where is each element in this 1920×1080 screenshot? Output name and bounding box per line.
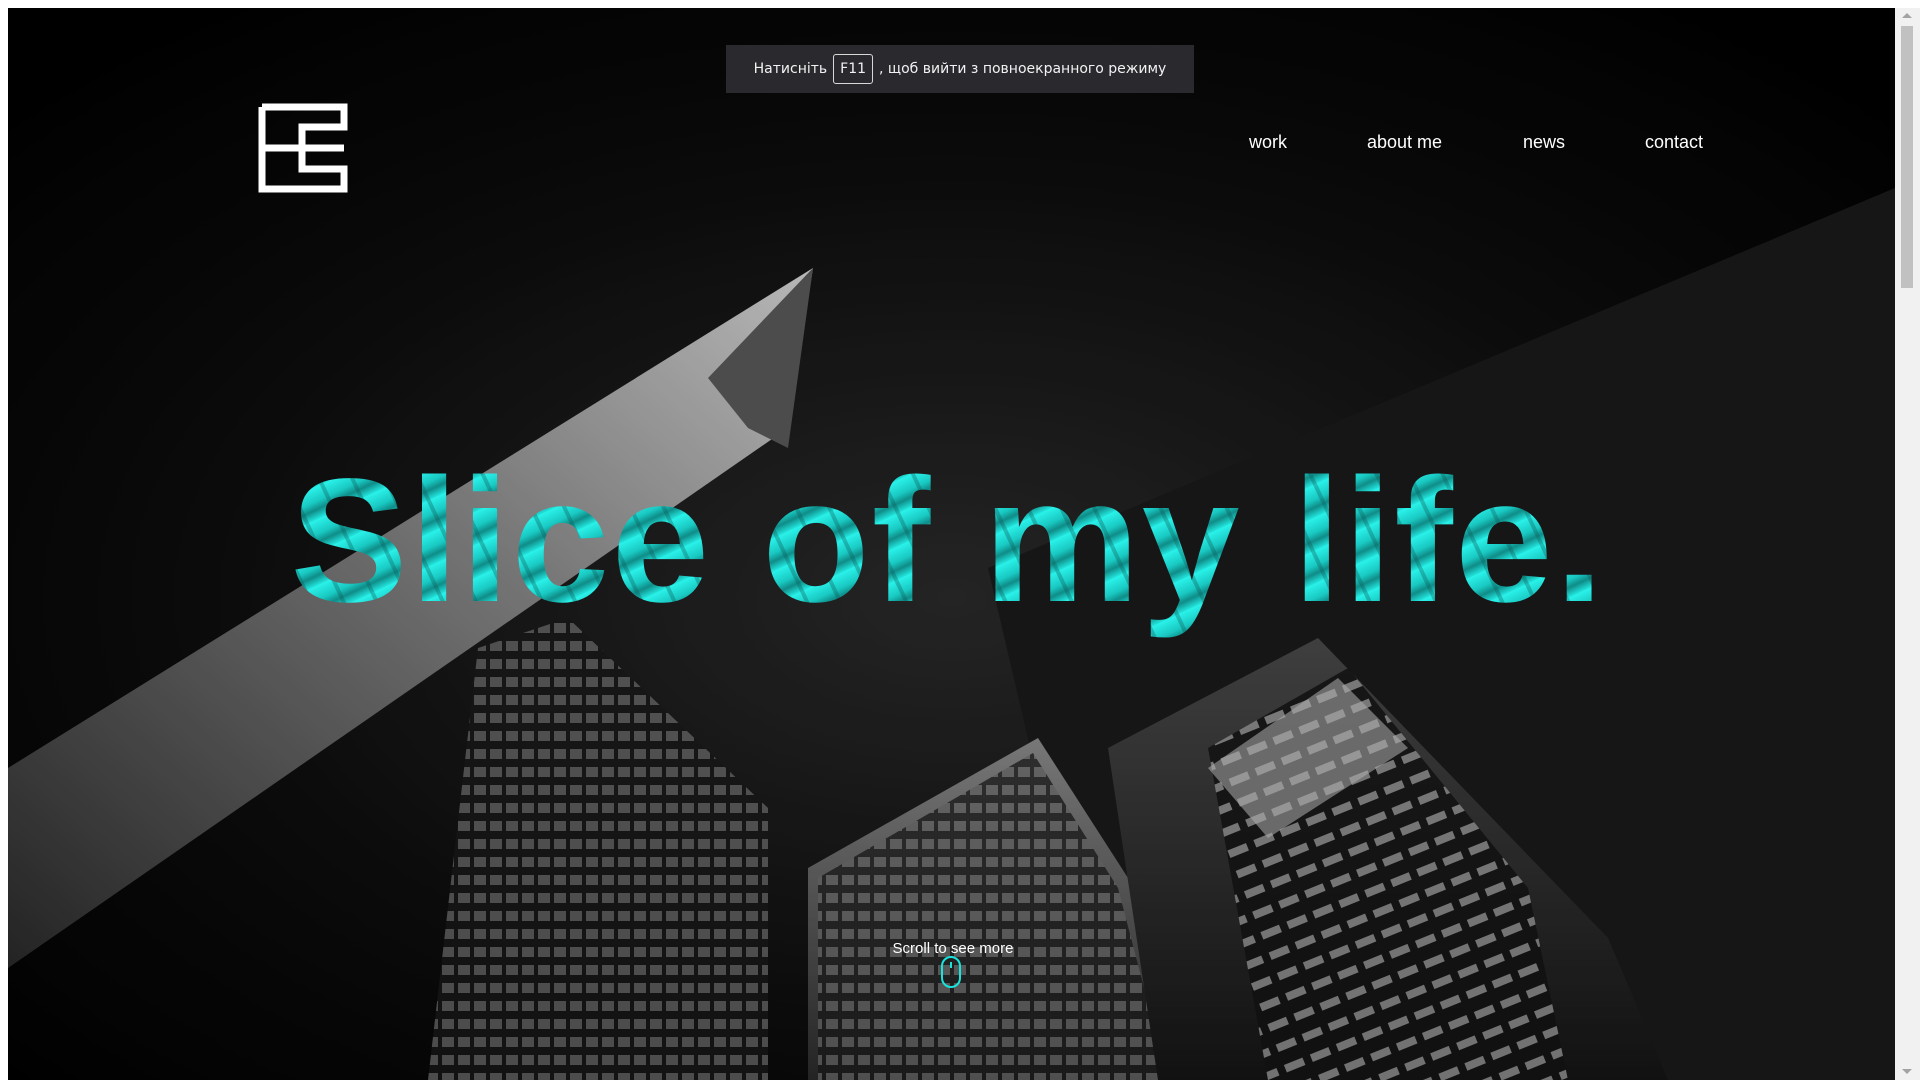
page-viewport: Натисніть F11 , щоб вийти з повноекранно… — [8, 8, 1895, 1080]
fullscreen-exit-notice: Натисніть F11 , щоб вийти з повноекранно… — [726, 45, 1194, 93]
page-scrollbar[interactable] — [1895, 8, 1920, 1080]
scrollbar-thumb[interactable] — [1901, 26, 1913, 288]
f11-key-badge: F11 — [833, 54, 874, 84]
hero-headline: Slice of my life. — [290, 443, 1605, 639]
scroll-down-arrow-icon[interactable] — [1902, 1069, 1912, 1074]
fullscreen-notice-suffix: , щоб вийти з повноекранного режиму — [879, 61, 1167, 77]
fullscreen-notice-prefix: Натисніть — [753, 61, 828, 77]
nav-link-about-me[interactable]: about me — [1367, 132, 1442, 153]
nav-link-contact[interactable]: contact — [1645, 132, 1703, 153]
mouse-icon[interactable] — [940, 955, 962, 989]
window-top-edge — [0, 0, 1920, 8]
main-navigation: work about me news contact — [8, 132, 1895, 172]
scroll-up-arrow-icon[interactable] — [1902, 13, 1912, 18]
nav-link-work[interactable]: work — [1249, 132, 1287, 153]
nav-link-news[interactable]: news — [1523, 132, 1565, 153]
